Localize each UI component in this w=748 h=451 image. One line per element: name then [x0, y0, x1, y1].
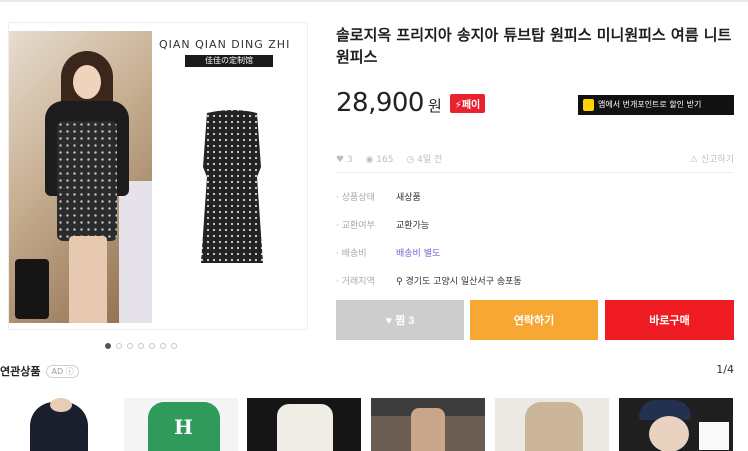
pagination-dot[interactable]	[138, 343, 144, 349]
model-photo	[9, 31, 152, 323]
pagination-dot[interactable]	[171, 343, 177, 349]
related-product-thumb[interactable]	[0, 398, 114, 451]
info-label: · 거래지역	[336, 276, 375, 287]
report-link[interactable]: ⚠ 신고하기	[690, 152, 734, 165]
brand-badge: 佳佳の定制馆	[185, 55, 273, 67]
clock-icon: ◷	[406, 155, 415, 165]
contact-button[interactable]: 연락하기	[470, 300, 598, 340]
pagination-dot[interactable]	[127, 343, 133, 349]
info-value: 새상품	[396, 192, 421, 203]
time-ago: ◷ 4일 전	[406, 155, 443, 165]
info-row-condition: · 상품상태 새상품	[336, 182, 734, 210]
eye-icon: ◉	[365, 155, 374, 165]
info-row-location: · 거래지역 ⚲ 경기도 고양시 일산서구 송포동	[336, 266, 734, 294]
product-image-gallery[interactable]: QIAN QIAN DING ZHI 佳佳の定制馆	[8, 22, 308, 330]
ad-badge[interactable]: AD ⓘ	[46, 364, 79, 378]
info-label: · 상품상태	[336, 192, 375, 203]
related-products-header: 연관상품 AD ⓘ	[0, 363, 79, 379]
related-product-thumb[interactable]	[371, 398, 485, 451]
related-product-thumb[interactable]	[247, 398, 361, 451]
info-label: · 교환여부	[336, 220, 375, 231]
app-icon	[583, 99, 594, 111]
brand-text: QIAN QIAN DING ZHI	[159, 38, 291, 51]
product-title: 솔로지옥 프리지아 송지아 튜브탑 원피스 미니원피스 여름 니트 원피스	[336, 26, 732, 66]
related-title: 연관상품	[0, 365, 41, 378]
promo-label: 앱에서 번개포인트로 할인 받기	[598, 100, 702, 109]
currency: 원	[427, 97, 442, 115]
pagination-dot[interactable]	[149, 343, 155, 349]
pay-badge: ⚡페이	[449, 94, 486, 113]
alert-icon: ⚠	[689, 155, 698, 165]
info-value: 교환가능	[396, 220, 430, 231]
pagination-dot[interactable]	[105, 343, 111, 349]
pagination-dot[interactable]	[116, 343, 122, 349]
related-product-thumb[interactable]: H	[124, 398, 238, 451]
meta-divider	[336, 172, 734, 173]
related-product-thumb[interactable]	[619, 398, 733, 451]
price-row: 28,900 원 ⚡페이	[336, 88, 486, 118]
likes-count: ♥ 3	[336, 155, 353, 165]
views-count: ◉ 165	[365, 155, 394, 165]
dress-image	[201, 110, 263, 263]
related-page-indicator: 1/4	[716, 363, 734, 376]
heart-icon: ♥	[336, 155, 345, 165]
pagination-dot[interactable]	[160, 343, 166, 349]
app-points-promo[interactable]: 앱에서 번개포인트로 할인 받기	[578, 95, 734, 115]
product-info: · 상품상태 새상품 · 교환여부 교환가능 · 배송비 배송비 별도 · 거래…	[336, 182, 734, 294]
gallery-pagination[interactable]	[105, 343, 177, 349]
meta-row: ♥ 3 ◉ 165 ◷ 4일 전 ⚠ 신고하기	[336, 152, 734, 165]
info-label: · 배송비	[336, 248, 367, 259]
info-value: ⚲ 경기도 고양시 일산서구 송포동	[396, 276, 522, 287]
buy-now-button[interactable]: 바로구매	[605, 300, 734, 340]
related-product-thumb[interactable]	[495, 398, 609, 451]
price: 28,900	[336, 88, 424, 118]
top-divider	[0, 0, 748, 2]
info-row-exchange: · 교환여부 교환가능	[336, 210, 734, 238]
info-row-shipping: · 배송비 배송비 별도	[336, 238, 734, 266]
location-pin-icon: ⚲	[396, 276, 403, 287]
info-value[interactable]: 배송비 별도	[396, 246, 440, 259]
like-button[interactable]: ♥ 찜 3	[336, 300, 464, 340]
